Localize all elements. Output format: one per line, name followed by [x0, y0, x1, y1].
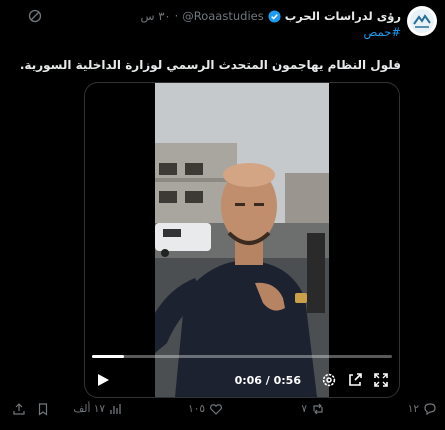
reply-button[interactable]: ١٢ — [408, 402, 437, 416]
avatar[interactable] — [407, 6, 437, 36]
hashtag-link[interactable]: #حمص — [364, 25, 401, 39]
share-button[interactable] — [12, 402, 26, 416]
popout-icon[interactable] — [347, 372, 363, 388]
handle[interactable]: @Roaastudies — [182, 9, 263, 23]
video-player[interactable]: 0:06 / 0:56 — [84, 82, 400, 398]
timestamp[interactable]: ٣٠ س — [141, 9, 171, 23]
grok-icon[interactable] — [28, 9, 42, 23]
video-progress-fill — [92, 355, 125, 358]
settings-icon[interactable] — [321, 372, 337, 388]
reply-count: ١٢ — [407, 403, 419, 415]
repost-button[interactable]: ٧ — [301, 402, 325, 416]
video-thumbnail — [155, 83, 329, 397]
fullscreen-icon[interactable] — [373, 372, 389, 388]
like-count: ١٠٥ — [188, 403, 205, 415]
bookmark-button[interactable] — [36, 402, 50, 416]
tweet-text: فلول النظام يهاجمون المتحدث الرسمي لوزار… — [19, 58, 401, 72]
video-time: 0:06 / 0:56 — [234, 373, 301, 387]
separator-dot: · — [174, 9, 179, 23]
avatar-logo — [410, 9, 434, 33]
views-button[interactable]: ١٧ ألف — [73, 402, 123, 416]
like-icon — [210, 404, 222, 415]
share-icon — [13, 403, 25, 415]
reply-icon — [424, 403, 436, 416]
verified-badge-icon — [268, 9, 281, 23]
bookmark-icon — [38, 403, 48, 416]
action-bar: ١٢ ٧ ١٠٥ ١٧ ألف — [0, 402, 445, 422]
play-icon[interactable] — [95, 372, 111, 388]
video-controls: 0:06 / 0:56 — [85, 366, 399, 394]
video-progress-bar[interactable] — [92, 355, 392, 358]
video-frame[interactable] — [155, 83, 329, 397]
repost-icon — [313, 403, 323, 415]
display-name[interactable]: رؤى لدراسات الحرب — [285, 9, 401, 23]
like-button[interactable]: ١٠٥ — [188, 402, 223, 416]
repost-count: ٧ — [301, 403, 307, 415]
tweet: رؤى لدراسات الحرب @Roaastudies · ٣٠ س #ح… — [0, 0, 445, 430]
views-count: ١٧ ألف — [73, 403, 105, 415]
views-icon — [110, 404, 121, 414]
tweet-header: رؤى لدراسات الحرب @Roaastudies · ٣٠ س — [141, 7, 401, 25]
